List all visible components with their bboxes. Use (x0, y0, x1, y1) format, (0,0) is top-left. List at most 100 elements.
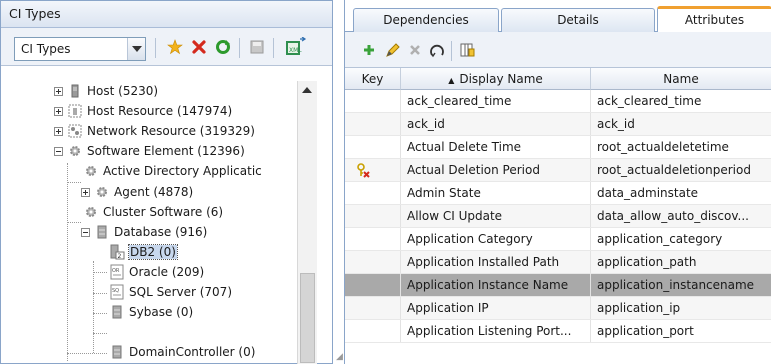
attributes-toolbar (345, 32, 771, 68)
key-cell (345, 182, 401, 204)
display-name-cell: Application Installed Path (401, 251, 591, 273)
tree-node-label: Software Element (12396) (87, 144, 245, 158)
display-name-cell: ack_cleared_time (401, 90, 591, 112)
tree-connector (93, 313, 107, 314)
collapse-icon[interactable] (54, 146, 63, 156)
ci-types-select[interactable]: CI Types (14, 37, 146, 61)
tree-node-database[interactable]: Database (916) (81, 222, 207, 242)
export-xml-icon[interactable]: XML (283, 37, 309, 57)
database-icon (109, 344, 125, 360)
name-cell: root_actualdeletetime (591, 136, 771, 158)
table-row[interactable]: Application IP application_ip (345, 297, 771, 320)
tree-connector (93, 272, 107, 273)
column-header-label: Display Name (459, 72, 543, 86)
columns-icon[interactable] (457, 40, 477, 60)
expand-icon[interactable] (81, 187, 90, 197)
left-toolbar: CI Types XML (1, 28, 332, 66)
add-icon[interactable] (359, 40, 379, 60)
display-name-cell: Application Listening Port... (401, 320, 591, 342)
tree-node-label: Network Resource (319329) (87, 124, 255, 138)
database-icon (109, 304, 125, 320)
tab-bar: Dependencies Details Attributes (345, 0, 771, 33)
table-row[interactable]: ack_id ack_id (345, 113, 771, 136)
key-cell (345, 90, 401, 112)
tree-node-network-resource[interactable]: Network Resource (319329) (54, 121, 255, 141)
display-name-cell: Actual Delete Time (401, 136, 591, 158)
table-row[interactable]: Application Listening Port... applicatio… (345, 320, 771, 343)
name-cell: application_ip (591, 297, 771, 319)
collapse-icon[interactable] (81, 227, 90, 237)
panel-title: CI Types (1, 1, 332, 28)
key-cell (345, 159, 401, 181)
delete-icon[interactable] (189, 37, 209, 57)
key-x-icon (355, 162, 371, 181)
name-cell: data_adminstate (591, 182, 771, 204)
column-header-name[interactable]: Name (591, 68, 771, 90)
column-header-display-name[interactable]: ▲ Display Name (401, 68, 591, 90)
tree-scrollbar[interactable] (297, 81, 317, 364)
tree-node-label: DomainController (0) (129, 345, 256, 359)
tree-node-label: Active Directory Applicatic (103, 164, 262, 178)
tree-node-oracle[interactable]: OR Oracle (209) (109, 262, 204, 282)
table-row[interactable]: Application Category application_categor… (345, 228, 771, 251)
reset-icon[interactable] (427, 40, 447, 60)
tree-node-sybase[interactable]: Sybase (0) (109, 302, 193, 322)
svg-text:XML: XML (289, 47, 302, 54)
name-cell: data_allow_auto_discov... (591, 205, 771, 227)
tree-node-host[interactable]: Host (5230) (54, 81, 158, 101)
tab-attributes[interactable]: Attributes (657, 6, 771, 33)
tree-node-db2[interactable]: 2 DB2 (0) (109, 242, 178, 262)
column-header-label: Name (663, 72, 699, 86)
table-row[interactable]: Actual Delete Time root_actualdeletetime (345, 136, 771, 159)
display-name-cell: Admin State (401, 182, 591, 204)
table-row[interactable]: Allow CI Update data_allow_auto_discov..… (345, 205, 771, 228)
tab-details[interactable]: Details (501, 8, 655, 32)
table-row[interactable]: Application Installed Path application_p… (345, 251, 771, 274)
tree-node-cluster-software[interactable]: Cluster Software (6) (83, 202, 223, 222)
table-row[interactable]: ack_cleared_time ack_cleared_time (345, 90, 771, 113)
table-row-selected[interactable]: Application Instance Name application_in… (345, 274, 771, 297)
gear-icon (83, 163, 99, 179)
column-header-key[interactable]: Key (345, 68, 401, 90)
table-row[interactable]: Admin State data_adminstate (345, 182, 771, 205)
tree-node-agent[interactable]: Agent (4878) (81, 182, 193, 202)
tree-node-active-directory[interactable]: Active Directory Applicatic (83, 161, 262, 181)
scroll-up-icon[interactable] (302, 87, 312, 93)
expand-icon[interactable] (54, 106, 63, 116)
scrollbar-thumb[interactable] (300, 273, 315, 363)
tree-node-sql-server[interactable]: SQ SQL Server (707) (109, 282, 232, 302)
star-icon[interactable] (165, 37, 185, 57)
expand-icon[interactable] (54, 86, 63, 96)
delete-icon[interactable] (405, 40, 425, 60)
table-row[interactable]: Actual Deletion Period root_actualdeleti… (345, 159, 771, 182)
tab-dependencies[interactable]: Dependencies (353, 8, 499, 32)
ci-types-panel: CI Types CI Types XML Host (5230) Host R… (0, 0, 333, 364)
ci-types-select-value: CI Types (21, 42, 71, 56)
svg-text:SQ: SQ (112, 288, 119, 294)
display-name-cell: Application Instance Name (401, 274, 591, 296)
expand-icon[interactable] (54, 126, 63, 136)
tree-node-label: Oracle (209) (129, 265, 205, 279)
chevron-down-icon[interactable] (127, 38, 145, 60)
tree-connector (93, 261, 94, 353)
save-icon[interactable] (247, 37, 267, 57)
host-icon (67, 83, 83, 99)
tree-node-software-element[interactable]: Software Element (12396) (54, 141, 245, 161)
name-cell: application_path (591, 251, 771, 273)
tree-node-domain-controller[interactable]: DomainController (0) (109, 342, 255, 362)
svg-text:OR: OR (112, 268, 120, 274)
name-cell: ack_id (591, 113, 771, 135)
splitter-grip[interactable]: ◢ (336, 352, 343, 362)
tree-node-label: Sybase (0) (129, 305, 194, 319)
refresh-icon[interactable] (213, 37, 233, 57)
key-cell (345, 320, 401, 342)
tree-connector (67, 222, 81, 223)
tree-node-host-resource[interactable]: Host Resource (147974) (54, 101, 232, 121)
toolbar-divider (451, 41, 452, 61)
tree-node-label: DB2 (0) (128, 244, 178, 260)
edit-icon[interactable] (383, 40, 403, 60)
tree-node-label: Agent (4878) (114, 185, 194, 199)
tree-connector (67, 353, 107, 354)
name-cell: application_category (591, 228, 771, 250)
tree-node-label: Host (5230) (87, 84, 159, 98)
